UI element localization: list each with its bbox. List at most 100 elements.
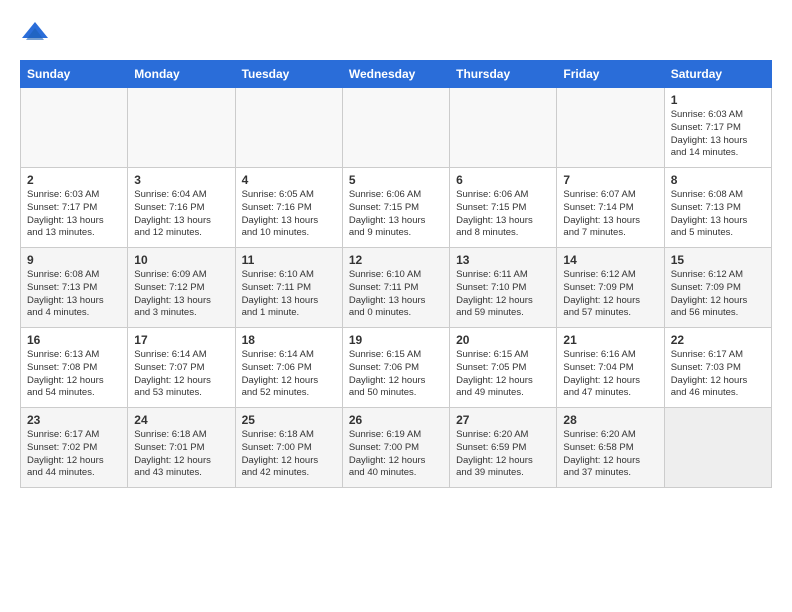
calendar-cell: 22 Sunrise: 6:17 AM Sunset: 7:03 PM Dayli… [664,328,771,408]
calendar-week-row: 1 Sunrise: 6:03 AM Sunset: 7:17 PM Daylig… [21,88,772,168]
day-info: Sunrise: 6:06 AM Sunset: 7:15 PM Dayligh… [349,189,443,240]
day-number: 14 [563,253,657,267]
day-info: Sunrise: 6:15 AM Sunset: 7:06 PM Dayligh… [349,349,443,400]
day-info: Sunrise: 6:08 AM Sunset: 7:13 PM Dayligh… [671,189,765,240]
day-number: 28 [563,413,657,427]
calendar-cell: 23 Sunrise: 6:17 AM Sunset: 7:02 PM Dayli… [21,408,128,488]
calendar-cell [128,88,235,168]
weekday-header: Thursday [450,61,557,88]
calendar-cell: 1 Sunrise: 6:03 AM Sunset: 7:17 PM Daylig… [664,88,771,168]
day-number: 18 [242,333,336,347]
calendar-cell: 6 Sunrise: 6:06 AM Sunset: 7:15 PM Daylig… [450,168,557,248]
weekday-header: Wednesday [342,61,449,88]
calendar-cell: 26 Sunrise: 6:19 AM Sunset: 7:00 PM Dayli… [342,408,449,488]
day-number: 15 [671,253,765,267]
calendar-cell: 18 Sunrise: 6:14 AM Sunset: 7:06 PM Dayli… [235,328,342,408]
logo-icon [20,20,50,50]
day-number: 1 [671,93,765,107]
calendar-cell [342,88,449,168]
logo [20,20,54,50]
calendar-cell [235,88,342,168]
day-info: Sunrise: 6:20 AM Sunset: 6:58 PM Dayligh… [563,429,657,480]
day-info: Sunrise: 6:10 AM Sunset: 7:11 PM Dayligh… [349,269,443,320]
calendar-week-row: 9 Sunrise: 6:08 AM Sunset: 7:13 PM Daylig… [21,248,772,328]
day-number: 13 [456,253,550,267]
calendar-cell: 24Sunrise: 6:18 AM Sunset: 7:01 PM Dayli… [128,408,235,488]
calendar-cell: 2 Sunrise: 6:03 AM Sunset: 7:17 PM Daylig… [21,168,128,248]
calendar-week-row: 16 Sunrise: 6:13 AM Sunset: 7:08 PM Dayli… [21,328,772,408]
calendar-cell [557,88,664,168]
calendar-cell: 11Sunrise: 6:10 AM Sunset: 7:11 PM Dayli… [235,248,342,328]
calendar-cell: 3 Sunrise: 6:04 AM Sunset: 7:16 PM Daylig… [128,168,235,248]
calendar-week-row: 23 Sunrise: 6:17 AM Sunset: 7:02 PM Dayli… [21,408,772,488]
calendar-body: 1 Sunrise: 6:03 AM Sunset: 7:17 PM Daylig… [21,88,772,488]
calendar-header: SundayMondayTuesdayWednesdayThursdayFrid… [21,61,772,88]
day-number: 3 [134,173,228,187]
day-info: Sunrise: 6:04 AM Sunset: 7:16 PM Dayligh… [134,189,228,240]
calendar-cell: 13 Sunrise: 6:11 AM Sunset: 7:10 PM Dayli… [450,248,557,328]
day-info: Sunrise: 6:17 AM Sunset: 7:02 PM Dayligh… [27,429,121,480]
day-info: Sunrise: 6:07 AM Sunset: 7:14 PM Dayligh… [563,189,657,240]
day-info: Sunrise: 6:09 AM Sunset: 7:12 PM Dayligh… [134,269,228,320]
weekday-header: Friday [557,61,664,88]
calendar-cell: 16 Sunrise: 6:13 AM Sunset: 7:08 PM Dayli… [21,328,128,408]
calendar-cell: 21 Sunrise: 6:16 AM Sunset: 7:04 PM Dayli… [557,328,664,408]
day-number: 5 [349,173,443,187]
day-info: Sunrise: 6:13 AM Sunset: 7:08 PM Dayligh… [27,349,121,400]
day-number: 19 [349,333,443,347]
weekday-row: SundayMondayTuesdayWednesdayThursdayFrid… [21,61,772,88]
day-info: Sunrise: 6:20 AM Sunset: 6:59 PM Dayligh… [456,429,550,480]
day-number: 2 [27,173,121,187]
day-number: 10 [134,253,228,267]
calendar-cell: 4 Sunrise: 6:05 AM Sunset: 7:16 PM Daylig… [235,168,342,248]
calendar-cell [21,88,128,168]
day-info: Sunrise: 6:10 AM Sunset: 7:11 PM Dayligh… [242,269,336,320]
day-info: Sunrise: 6:12 AM Sunset: 7:09 PM Dayligh… [563,269,657,320]
day-info: Sunrise: 6:05 AM Sunset: 7:16 PM Dayligh… [242,189,336,240]
day-info: Sunrise: 6:17 AM Sunset: 7:03 PM Dayligh… [671,349,765,400]
calendar-cell: 19 Sunrise: 6:15 AM Sunset: 7:06 PM Dayli… [342,328,449,408]
calendar-cell: 28 Sunrise: 6:20 AM Sunset: 6:58 PM Dayli… [557,408,664,488]
day-info: Sunrise: 6:11 AM Sunset: 7:10 PM Dayligh… [456,269,550,320]
day-number: 6 [456,173,550,187]
day-number: 23 [27,413,121,427]
day-info: Sunrise: 6:06 AM Sunset: 7:15 PM Dayligh… [456,189,550,240]
day-info: Sunrise: 6:14 AM Sunset: 7:07 PM Dayligh… [134,349,228,400]
calendar-cell [450,88,557,168]
day-info: Sunrise: 6:03 AM Sunset: 7:17 PM Dayligh… [671,109,765,160]
calendar-cell: 20Sunrise: 6:15 AM Sunset: 7:05 PM Dayli… [450,328,557,408]
calendar-cell: 9 Sunrise: 6:08 AM Sunset: 7:13 PM Daylig… [21,248,128,328]
weekday-header: Monday [128,61,235,88]
day-info: Sunrise: 6:19 AM Sunset: 7:00 PM Dayligh… [349,429,443,480]
calendar-cell: 25 Sunrise: 6:18 AM Sunset: 7:00 PM Dayli… [235,408,342,488]
day-info: Sunrise: 6:14 AM Sunset: 7:06 PM Dayligh… [242,349,336,400]
page-header [20,20,772,50]
day-info: Sunrise: 6:16 AM Sunset: 7:04 PM Dayligh… [563,349,657,400]
day-number: 22 [671,333,765,347]
day-number: 25 [242,413,336,427]
calendar-cell: 8 Sunrise: 6:08 AM Sunset: 7:13 PM Daylig… [664,168,771,248]
day-number: 26 [349,413,443,427]
day-info: Sunrise: 6:08 AM Sunset: 7:13 PM Dayligh… [27,269,121,320]
day-info: Sunrise: 6:15 AM Sunset: 7:05 PM Dayligh… [456,349,550,400]
calendar-cell: 7 Sunrise: 6:07 AM Sunset: 7:14 PM Daylig… [557,168,664,248]
day-number: 17 [134,333,228,347]
day-number: 4 [242,173,336,187]
calendar-cell: 12Sunrise: 6:10 AM Sunset: 7:11 PM Dayli… [342,248,449,328]
day-number: 21 [563,333,657,347]
calendar-cell: 15 Sunrise: 6:12 AM Sunset: 7:09 PM Dayli… [664,248,771,328]
calendar-cell: 5 Sunrise: 6:06 AM Sunset: 7:15 PM Daylig… [342,168,449,248]
calendar-cell: 14 Sunrise: 6:12 AM Sunset: 7:09 PM Dayli… [557,248,664,328]
weekday-header: Tuesday [235,61,342,88]
day-info: Sunrise: 6:18 AM Sunset: 7:00 PM Dayligh… [242,429,336,480]
day-number: 7 [563,173,657,187]
day-number: 16 [27,333,121,347]
day-info: Sunrise: 6:03 AM Sunset: 7:17 PM Dayligh… [27,189,121,240]
weekday-header: Sunday [21,61,128,88]
day-info: Sunrise: 6:12 AM Sunset: 7:09 PM Dayligh… [671,269,765,320]
calendar-cell: 27Sunrise: 6:20 AM Sunset: 6:59 PM Dayli… [450,408,557,488]
day-number: 9 [27,253,121,267]
weekday-header: Saturday [664,61,771,88]
day-number: 8 [671,173,765,187]
calendar-cell: 17 Sunrise: 6:14 AM Sunset: 7:07 PM Dayli… [128,328,235,408]
